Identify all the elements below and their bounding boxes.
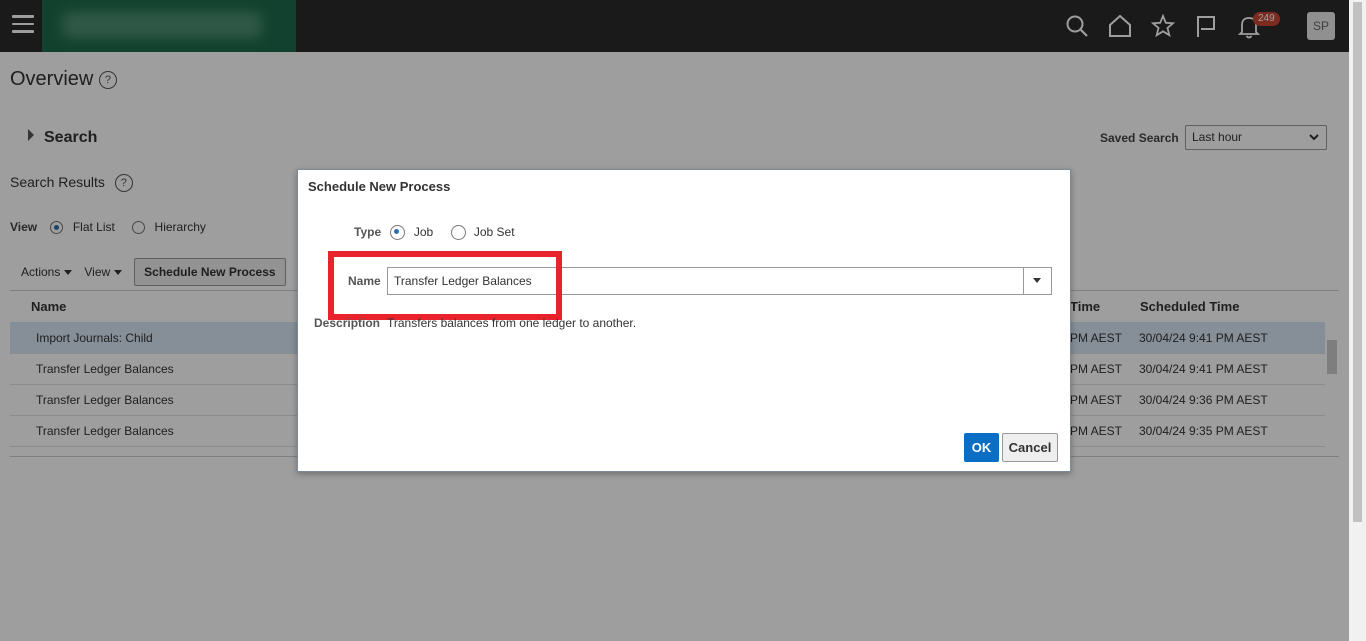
name-combobox[interactable]: Transfer Ledger Balances xyxy=(387,267,1052,295)
name-label: Name xyxy=(348,274,381,288)
description-label: Description xyxy=(314,316,381,330)
type-label: Type xyxy=(354,225,382,239)
cancel-button[interactable]: Cancel xyxy=(1002,433,1058,462)
radio-job-label: Job xyxy=(413,225,434,239)
caret-down-icon xyxy=(1033,278,1041,283)
description-value: Transfers balances from one ledger to an… xyxy=(387,316,637,330)
page-scrollbar[interactable] xyxy=(1349,0,1366,641)
ok-button[interactable]: OK xyxy=(964,433,999,462)
type-radio-group: Type Job Job Set xyxy=(354,225,515,241)
radio-job-set[interactable] xyxy=(450,225,466,241)
radio-job-set-label: Job Set xyxy=(473,225,515,239)
dialog-title: Schedule New Process xyxy=(308,179,451,194)
radio-job[interactable] xyxy=(390,225,406,241)
schedule-new-process-dialog: Schedule New Process Type Job Job Set Na… xyxy=(297,169,1071,472)
name-value: Transfer Ledger Balances xyxy=(394,274,532,288)
name-dropdown-button[interactable] xyxy=(1023,268,1051,294)
